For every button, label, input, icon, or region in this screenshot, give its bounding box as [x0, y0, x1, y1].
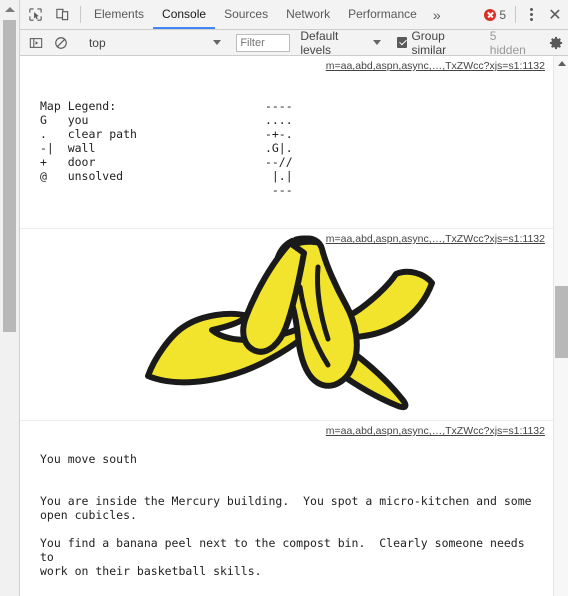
group-similar-checkbox[interactable]: [396, 37, 408, 48]
story-body: You move south You are inside the Mercur…: [20, 424, 553, 596]
source-link-legend[interactable]: m=aa,abd,aspn,async,…,TxZWcc?xjs=s1:1132: [326, 59, 545, 73]
context-selector[interactable]: top: [83, 36, 227, 50]
more-tabs-icon[interactable]: »: [426, 0, 448, 29]
error-count-badge[interactable]: 5: [479, 0, 511, 29]
error-icon: [484, 8, 497, 21]
inspect-element-icon[interactable]: [22, 0, 49, 29]
error-count-label: 5: [499, 7, 506, 22]
console-body: m=aa,abd,aspn,async,…,TxZWcc?xjs=s1:1132…: [20, 56, 568, 596]
map-legend-text: Map Legend: G you . clear path -| wall +…: [40, 99, 137, 183]
console-scroll-up-arrow-icon[interactable]: [554, 56, 568, 70]
gear-icon[interactable]: [543, 36, 568, 50]
filter-input[interactable]: [236, 33, 291, 52]
tabbar-spacer: [448, 0, 480, 29]
legend-columns: Map Legend: G you . clear path -| wall +…: [40, 99, 543, 197]
legend-body: Map Legend: G you . clear path -| wall +…: [20, 59, 553, 225]
group-similar-label: Group similar: [411, 28, 447, 57]
tab-elements[interactable]: Elements: [85, 0, 153, 29]
context-selector-label: top: [88, 35, 106, 50]
console-message-list: m=aa,abd,aspn,async,…,TxZWcc?xjs=s1:1132…: [20, 56, 553, 596]
devtools-window: Elements Console Sources Network Perform…: [0, 0, 568, 596]
source-link-image[interactable]: m=aa,abd,aspn,async,…,TxZWcc?xjs=s1:1132: [326, 232, 545, 246]
console-scrollbar-vertical[interactable]: [553, 56, 568, 596]
source-link-story[interactable]: m=aa,abd,aspn,async,…,TxZWcc?xjs=s1:1132: [326, 424, 545, 438]
tab-network-label: Network: [286, 6, 331, 21]
chevron-down-icon: [213, 40, 222, 45]
console-message-image[interactable]: m=aa,abd,aspn,async,…,TxZWcc?xjs=s1:1132: [20, 229, 553, 421]
chevron-down-icon-levels: [372, 40, 381, 45]
tab-console-label: Console: [162, 6, 207, 21]
console-toolbar: top Default levels Group similar 5 hidde…: [20, 28, 568, 57]
devtools-tabbar: Elements Console Sources Network Perform…: [20, 0, 568, 30]
tab-sources-label: Sources: [224, 6, 269, 21]
tab-network[interactable]: Network: [277, 0, 339, 29]
console-scrollbar-thumb[interactable]: [555, 286, 568, 358]
page-scrollbar-thumb[interactable]: [3, 20, 16, 332]
more-options-icon[interactable]: [520, 0, 542, 29]
devtools-panel: Elements Console Sources Network Perform…: [20, 0, 568, 596]
console-sidebar-icon[interactable]: [24, 30, 49, 56]
clear-console-icon[interactable]: [49, 30, 74, 56]
device-toolbar-icon[interactable]: [49, 0, 76, 29]
group-similar-toggle[interactable]: Group similar: [396, 28, 480, 57]
page-scrollbar-vertical[interactable]: [0, 0, 20, 596]
scroll-up-arrow-icon[interactable]: [0, 0, 20, 18]
panel-tabs: Elements Console Sources Network Perform…: [85, 0, 448, 29]
close-icon[interactable]: ✕: [542, 0, 568, 29]
story-move-line: You move south: [40, 452, 137, 466]
tab-elements-label: Elements: [94, 6, 145, 21]
tab-console[interactable]: Console: [153, 0, 216, 29]
hidden-messages-count: 5 hidden: [489, 28, 526, 57]
console-message-legend[interactable]: m=aa,abd,aspn,async,…,TxZWcc?xjs=s1:1132…: [20, 56, 553, 229]
console-message-story[interactable]: m=aa,abd,aspn,async,…,TxZWcc?xjs=s1:1132…: [20, 421, 553, 596]
toolbar-divider: [80, 6, 81, 23]
badge-divider: [515, 6, 516, 23]
log-level-label: Default levels: [300, 28, 339, 57]
tab-sources[interactable]: Sources: [215, 0, 277, 29]
tab-performance[interactable]: Performance: [339, 0, 426, 29]
mini-map-ascii: ---- .... -+-. .G|. --// |.| ---: [264, 99, 293, 197]
story-text: You are inside the Mercury building. You…: [40, 494, 532, 578]
banana-peel-illustration: [140, 231, 553, 414]
log-level-selector[interactable]: Default levels: [300, 29, 387, 57]
tab-performance-label: Performance: [348, 6, 417, 21]
